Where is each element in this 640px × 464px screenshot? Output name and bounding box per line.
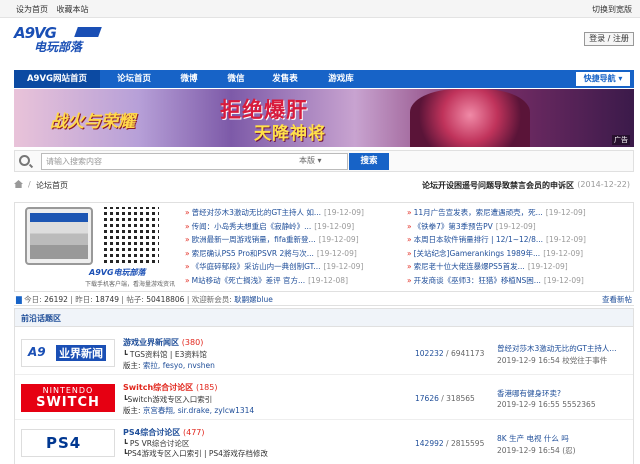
news-item[interactable]: » 索尼确认PS5 Pro和PSVR 2將与次... [19-12-09] bbox=[185, 248, 395, 262]
news-item[interactable]: » 《铁拳7》第3季预告PV [19-12-09] bbox=[407, 221, 629, 235]
news-item[interactable]: » 本周日本软件销量排行 | 12/1~12/8... [19-12-09] bbox=[407, 234, 629, 248]
site-logo[interactable]: A9VG 电玩部落 bbox=[14, 24, 104, 58]
bookmark-link[interactable]: 收藏本站 bbox=[57, 5, 89, 14]
banner-subline: 天降神将 bbox=[254, 124, 326, 144]
nav-weibo[interactable]: 微博 bbox=[164, 70, 214, 88]
section-header: 前沿话题区 bbox=[15, 309, 633, 327]
forum-title[interactable]: 游戏业界新闻区 (380) bbox=[123, 337, 203, 348]
forum-row: PS4 PS4综合讨论区 (477) ┗ PS VR综合讨论区 ┗PS4游戏专区… bbox=[15, 421, 633, 464]
news-list-right: » 11月广告宣发表，索尼遭遇顽壳，死... [19-12-09] » 《铁拳7》第3… bbox=[407, 207, 629, 289]
app-phone-image[interactable] bbox=[25, 207, 93, 265]
forum-last-meta: 2019-12-9 16:54 (忍) bbox=[497, 446, 576, 455]
search-scope-label: 本版 bbox=[299, 156, 315, 165]
set-homepage-link[interactable]: 设为首页 bbox=[16, 5, 48, 14]
forum-counts: 102232 / 6941173 bbox=[415, 349, 485, 358]
breadcrumb-separator: / bbox=[28, 180, 31, 189]
login-register-button[interactable]: 登录 / 注册 bbox=[584, 32, 634, 46]
forum-badge-ps4[interactable]: PS4 bbox=[21, 429, 115, 457]
banner-character-image bbox=[410, 89, 530, 147]
forum-section: 前沿话题区 A9 业界新闻 游戏业界新闻区 (380) ┗ TGS资料馆 | E3… bbox=[14, 308, 634, 464]
phone-screen bbox=[30, 213, 88, 259]
breadcrumb: / 论坛首页 论坛开设困遥号问题导致禁言会员的申诉区 (2014-12-22) bbox=[14, 178, 634, 192]
search-bar: 请输入搜索内容 本版 ▾ 搜索 bbox=[14, 150, 634, 172]
forum-moderators: 版主: 京宫春翔, sir.drake, zylcw1314 bbox=[123, 406, 255, 415]
news-item[interactable]: » 11月广告宣发表，索尼遭遇顽壳，死... [19-12-09] bbox=[407, 207, 629, 221]
app-qr-code bbox=[101, 207, 159, 263]
quick-nav-button[interactable]: 快捷导航 ▾ bbox=[576, 72, 630, 86]
newest-member-link[interactable]: 耿嗣嫘blue bbox=[234, 295, 273, 304]
view-new-posts-link[interactable]: 查看新帖 bbox=[602, 294, 632, 305]
breadcrumb-forum-home[interactable]: 论坛首页 bbox=[36, 180, 68, 191]
logo-bar bbox=[74, 27, 102, 37]
nav-game-library[interactable]: 游戏库 bbox=[316, 70, 366, 88]
forum-last-post[interactable]: 香港哪有健身环卖? bbox=[497, 388, 629, 399]
nav-a9vg-home[interactable]: A9VG网站首页 bbox=[14, 70, 100, 88]
top-bar-links: 设为首页 收藏本站 bbox=[16, 4, 95, 15]
forum-title[interactable]: Switch综合讨论区 (185) bbox=[123, 382, 217, 393]
forum-title[interactable]: PS4综合讨论区 (477) bbox=[123, 427, 205, 438]
forum-moderators: 版主: 索拉, fesyo, nvshen bbox=[123, 361, 215, 370]
forum-subforums[interactable]: ┗Switch游戏专区入口索引 bbox=[123, 394, 212, 405]
banner-game-title: 战火与荣耀 bbox=[50, 112, 135, 132]
stats-summary: ▇ 今日: 26192 | 昨日: 18749 | 帖子: 50418806 |… bbox=[16, 295, 273, 304]
search-icon bbox=[19, 155, 30, 166]
search-scope-select[interactable]: 本版 ▾ bbox=[299, 155, 322, 166]
news-box: A9VG电玩部落 下载手机客户端，看海量游戏资讯 » 曾经对莎木3激动无比的GT主… bbox=[14, 202, 634, 292]
forum-last-post[interactable]: 8K 生产 电视 什么 吗 bbox=[497, 433, 629, 444]
app-logo: A9VG电玩部落 bbox=[89, 268, 146, 277]
ad-banner[interactable]: 战火与荣耀 拒绝爆肝 天降神将 广告 bbox=[14, 89, 634, 147]
forum-counts: 17626 / 318565 bbox=[415, 394, 475, 403]
nav-release-table[interactable]: 发售表 bbox=[260, 70, 310, 88]
section-title[interactable]: 前沿话题区 bbox=[21, 313, 61, 324]
news-list-left: » 曾经对莎木3激动无比的GT主持人 如... [19-12-09] » 传闻：小岛秀… bbox=[185, 207, 395, 289]
news-item[interactable]: » 欧洲最新一周游戏销量，fifa重新登... [19-12-09] bbox=[185, 234, 395, 248]
stat-posts: 50418806 bbox=[146, 295, 185, 304]
stat-yesterday: 18749 bbox=[95, 295, 120, 304]
announcement-date: (2014-12-22) bbox=[577, 180, 630, 189]
news-item[interactable]: » 索尼老十位大佬连暴爆PS5首发... [19-12-09] bbox=[407, 261, 629, 275]
news-item[interactable]: » M站移动《死亡搁浅》差评 官方... [19-12-08] bbox=[185, 275, 395, 289]
news-item[interactable]: » 《华庭碎郁段》采访山内一典创制GT... [19-12-09] bbox=[185, 261, 395, 275]
forum-last-meta: 2019-12-9 16:55 5552365 bbox=[497, 400, 596, 409]
nav-wechat[interactable]: 微信 bbox=[214, 70, 258, 88]
top-bar: 设为首页 收藏本站 切换到宽版 bbox=[0, 0, 640, 18]
quick-nav-label: 快捷导航 bbox=[583, 74, 616, 83]
switch-wide-link[interactable]: 切换到宽版 bbox=[592, 4, 632, 15]
logo-text: 电玩部落 bbox=[34, 40, 83, 54]
news-item[interactable]: » 传闻：小岛秀夫想重启《寂静岭》... [19-12-09] bbox=[185, 221, 395, 235]
news-item[interactable]: » [关站纪念]Gamerankings 1989年... [19-12-09] bbox=[407, 248, 629, 262]
forum-badge-switch[interactable]: NINTENDO SWITCH bbox=[21, 384, 115, 412]
main-nav: A9VG网站首页 论坛首页 微博 微信 发售表 游戏库 快捷导航 ▾ bbox=[14, 70, 634, 88]
forum-subforums[interactable]: ┗ TGS资料馆 | E3资料馆 bbox=[123, 349, 207, 360]
home-icon[interactable] bbox=[14, 180, 23, 188]
news-item[interactable]: » 开发商谈《巫师3：狂猎》移植NS困... [19-12-09] bbox=[407, 275, 629, 289]
forum-subforums[interactable]: ┗ PS VR综合讨论区 ┗PS4游戏专区入口索引 | PS4游戏存档修改 bbox=[123, 439, 268, 459]
forum-badge-industry-news[interactable]: A9 业界新闻 bbox=[21, 339, 115, 367]
chart-icon: ▇ bbox=[16, 295, 22, 304]
announcement-link[interactable]: 论坛开设困遥号问题导致禁言会员的申诉区 bbox=[422, 180, 574, 191]
forum-last-post[interactable]: 曾经对莎木3激动无比的GT主持人... bbox=[497, 343, 629, 354]
forum-counts: 142992 / 2815595 bbox=[415, 439, 485, 448]
search-button[interactable]: 搜索 bbox=[349, 153, 389, 170]
nav-forum-home[interactable]: 论坛首页 bbox=[106, 70, 162, 88]
forum-row: NINTENDO SWITCH Switch综合讨论区 (185) ┗Switch… bbox=[15, 376, 633, 420]
app-subtitle: 下载手机客户端，看海量游戏资讯 bbox=[85, 281, 176, 288]
stat-today: 26192 bbox=[44, 295, 68, 304]
news-item[interactable]: » 曾经对莎木3激动无比的GT主持人 如... [19-12-09] bbox=[185, 207, 395, 221]
forum-row: A9 业界新闻 游戏业界新闻区 (380) ┗ TGS资料馆 | E3资料馆 版主… bbox=[15, 331, 633, 375]
forum-stats: ▇ 今日: 26192 | 昨日: 18749 | 帖子: 50418806 |… bbox=[14, 292, 634, 306]
ad-label: 广告 bbox=[612, 135, 630, 145]
forum-last-meta: 2019-12-9 16:54 校党往于事件 bbox=[497, 356, 608, 365]
